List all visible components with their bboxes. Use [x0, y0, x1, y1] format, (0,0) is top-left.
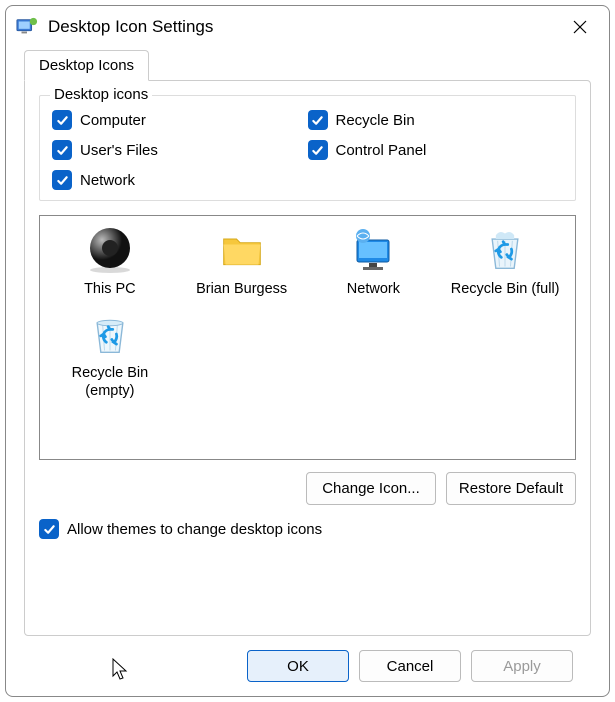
checkmark-icon — [52, 140, 72, 160]
icon-preview-grid: This PC Brian Burgess — [39, 215, 576, 460]
cancel-button[interactable]: Cancel — [359, 650, 461, 682]
checkbox-label: Network — [80, 172, 135, 189]
group-desktop-icons: Desktop icons Computer Recycle Bin — [39, 95, 576, 201]
ok-button[interactable]: OK — [247, 650, 349, 682]
close-icon — [573, 20, 587, 34]
settings-window: Desktop Icon Settings Desktop Icons Desk… — [5, 5, 610, 697]
icon-recyclebin-empty[interactable]: Recycle Bin (empty) — [46, 310, 174, 400]
icon-button-row: Change Icon... Restore Default — [39, 472, 576, 505]
checkmark-icon — [308, 110, 328, 130]
icon-label: Network — [347, 280, 400, 298]
checkbox-usersfiles[interactable]: User's Files — [52, 140, 308, 160]
cursor-icon — [112, 658, 132, 682]
checkmark-icon — [52, 110, 72, 130]
icon-label: This PC — [84, 280, 136, 298]
button-label: Cancel — [387, 658, 434, 675]
group-legend: Desktop icons — [50, 86, 152, 103]
icon-label: Recycle Bin (full) — [451, 280, 560, 298]
tabpanel: Desktop icons Computer Recycle Bin — [24, 80, 591, 636]
folder-icon — [218, 226, 266, 274]
checkbox-allow-themes[interactable]: Allow themes to change desktop icons — [39, 519, 576, 539]
restore-default-button[interactable]: Restore Default — [446, 472, 576, 505]
button-label: Apply — [503, 658, 541, 675]
icon-recyclebin-full[interactable]: Recycle Bin (full) — [441, 226, 569, 298]
thispc-icon — [86, 226, 134, 274]
checkbox-controlpanel[interactable]: Control Panel — [308, 140, 564, 160]
checkbox-computer[interactable]: Computer — [52, 110, 308, 130]
tabstrip: Desktop Icons — [24, 50, 591, 81]
button-label: Restore Default — [459, 480, 563, 497]
checkbox-network[interactable]: Network — [52, 170, 308, 190]
button-label: OK — [287, 658, 309, 675]
checkmark-icon — [308, 140, 328, 160]
tab-label: Desktop Icons — [39, 57, 134, 74]
button-label: Change Icon... — [322, 480, 420, 497]
app-icon — [16, 16, 38, 38]
icon-label: Brian Burgess — [196, 280, 287, 298]
icon-user-folder[interactable]: Brian Burgess — [178, 226, 306, 298]
checkbox-label: Control Panel — [336, 142, 427, 159]
change-icon-button[interactable]: Change Icon... — [306, 472, 436, 505]
window-body: Desktop Icons Desktop icons Computer — [6, 48, 609, 696]
recyclebin-full-icon — [481, 226, 529, 274]
close-button[interactable] — [559, 12, 601, 42]
titlebar: Desktop Icon Settings — [6, 6, 609, 48]
checkbox-label: User's Files — [80, 142, 158, 159]
icon-network[interactable]: Network — [310, 226, 438, 298]
dialog-footer: OK Cancel Apply — [24, 636, 591, 682]
checkbox-label: Allow themes to change desktop icons — [67, 521, 322, 538]
icon-label: Recycle Bin (empty) — [46, 364, 174, 400]
tab-desktop-icons[interactable]: Desktop Icons — [24, 50, 149, 81]
network-icon — [349, 226, 397, 274]
checkmark-icon — [39, 519, 59, 539]
window-title: Desktop Icon Settings — [48, 17, 559, 37]
checkmark-icon — [52, 170, 72, 190]
apply-button[interactable]: Apply — [471, 650, 573, 682]
recyclebin-empty-icon — [86, 310, 134, 358]
checkbox-label: Recycle Bin — [336, 112, 415, 129]
checkbox-recyclebin[interactable]: Recycle Bin — [308, 110, 564, 130]
checkbox-label: Computer — [80, 112, 146, 129]
checkbox-grid: Computer Recycle Bin User's Files — [52, 106, 563, 190]
icon-this-pc[interactable]: This PC — [46, 226, 174, 298]
